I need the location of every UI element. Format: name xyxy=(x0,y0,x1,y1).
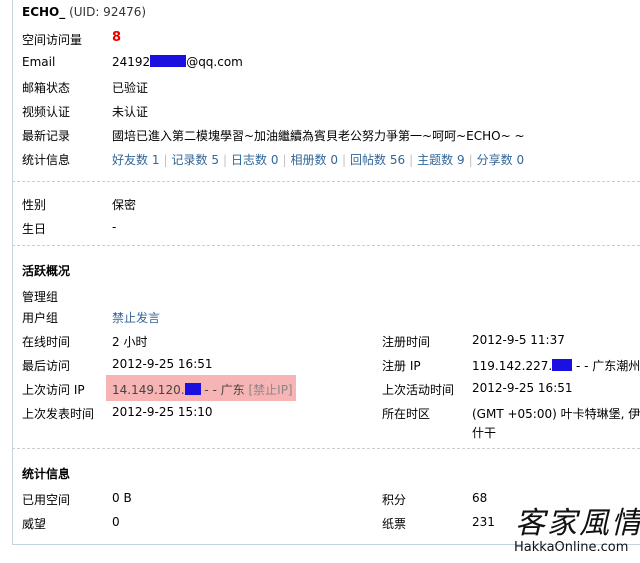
timezone-value-line2: 什干 xyxy=(472,426,497,440)
last-post-label: 上次发表时间 xyxy=(22,407,95,421)
last-ip-prefix: 14.149.120. xyxy=(112,383,185,397)
redaction-block xyxy=(150,55,187,67)
timezone-label: 所在时区 xyxy=(382,407,431,421)
user-uid: (UID: 92476) xyxy=(69,5,147,19)
email-value: 24192 @qq.com xyxy=(112,55,243,69)
reg-ip-prefix: 119.142.227. xyxy=(472,359,553,373)
profile-panel xyxy=(12,0,640,545)
ban-ip-link[interactable]: [禁止IP] xyxy=(248,383,292,397)
gender-value: 保密 xyxy=(112,198,137,212)
visits-value: 8 xyxy=(112,30,122,45)
activity-section-title: 活跃概况 xyxy=(22,264,71,278)
last-ip-value: 14.149.120. - - 广东 [禁止IP] xyxy=(112,381,293,398)
shares-count-link[interactable]: 分享数 0 xyxy=(477,153,524,167)
latest-record-label: 最新记录 xyxy=(22,129,71,143)
email-prefix: 24192 xyxy=(112,55,151,69)
prestige-value: 0 xyxy=(112,515,120,529)
username: ECHO_ xyxy=(22,5,66,19)
records-count-link[interactable]: 记录数 5 xyxy=(172,153,219,167)
reg-ip-label: 注册 IP xyxy=(382,359,421,373)
separator: | xyxy=(222,153,227,167)
email-status-label: 邮箱状态 xyxy=(22,81,71,95)
divider xyxy=(12,448,640,449)
reg-ip-value: 119.142.227. - - 广东潮州 xyxy=(472,357,640,374)
calligraphy-watermark: 客家風情 xyxy=(515,506,640,541)
admin-group-label: 管理组 xyxy=(22,290,59,304)
replies-count-link[interactable]: 回帖数 56 xyxy=(350,153,405,167)
user-group-label: 用户组 xyxy=(22,311,59,325)
email-label: Email xyxy=(22,55,56,69)
video-auth-value: 未认证 xyxy=(112,105,149,119)
last-post-value: 2012-9-25 15:10 xyxy=(112,405,213,419)
redaction-block xyxy=(184,383,201,395)
threads-count-link[interactable]: 主题数 9 xyxy=(417,153,464,167)
email-suffix: @qq.com xyxy=(186,55,243,69)
profile-header: ECHO_ (UID: 92476) xyxy=(22,5,146,19)
last-ip-location: - - 广东 xyxy=(200,383,245,397)
brand-watermark: HakkaOnline.com xyxy=(514,540,629,555)
separator: | xyxy=(409,153,414,167)
reg-time-label: 注册时间 xyxy=(382,335,431,349)
last-ip-label: 上次访问 IP xyxy=(22,383,85,397)
stats-links: 好友数 1 | 记录数 5 | 日志数 0 | 相册数 0 | 回帖数 56 | 主题数 9 | 分享数… xyxy=(112,151,524,168)
birthday-label: 生日 xyxy=(22,222,47,236)
last-visit-label: 最后访问 xyxy=(22,359,71,373)
separator: | xyxy=(163,153,168,167)
tickets-label: 纸票 xyxy=(382,517,407,531)
used-space-label: 已用空间 xyxy=(22,493,71,507)
email-status-value: 已验证 xyxy=(112,81,149,95)
online-time-value: 2 小时 xyxy=(112,335,148,349)
separator: | xyxy=(468,153,473,167)
tickets-value: 231 xyxy=(472,515,495,529)
points-label: 积分 xyxy=(382,493,407,507)
gender-label: 性别 xyxy=(22,198,47,212)
prestige-label: 威望 xyxy=(22,517,47,531)
friends-count-link[interactable]: 好友数 1 xyxy=(112,153,159,167)
stats-info-label: 统计信息 xyxy=(22,153,71,167)
visits-label: 空间访问量 xyxy=(22,33,83,47)
reg-time-value: 2012-9-5 11:37 xyxy=(472,333,565,347)
reg-ip-location: - - 广东潮州 xyxy=(572,359,640,373)
redaction-block xyxy=(552,359,573,371)
blogs-count-link[interactable]: 日志数 0 xyxy=(231,153,278,167)
last-active-value: 2012-9-25 16:51 xyxy=(472,381,573,395)
separator: | xyxy=(341,153,346,167)
points-value: 68 xyxy=(472,491,488,505)
divider xyxy=(12,245,640,246)
divider xyxy=(12,181,640,182)
video-auth-label: 视频认证 xyxy=(22,105,71,119)
timezone-value: (GMT +05:00) 叶卡特琳堡, 伊斯 xyxy=(472,407,640,421)
last-active-label: 上次活动时间 xyxy=(382,383,455,397)
used-space-value: 0 B xyxy=(112,491,132,505)
online-time-label: 在线时间 xyxy=(22,335,71,349)
last-visit-value: 2012-9-25 16:51 xyxy=(112,357,213,371)
albums-count-link[interactable]: 相册数 0 xyxy=(291,153,338,167)
birthday-value: - xyxy=(112,220,117,234)
latest-record-value: 國培已進入第二模塊學習~加油繼續為賓貝老公努力爭第一~呵呵~ECHO~ ~ xyxy=(112,129,525,143)
stats-section-title: 统计信息 xyxy=(22,467,71,481)
separator: | xyxy=(282,153,287,167)
user-group-link[interactable]: 禁止发言 xyxy=(112,309,160,326)
